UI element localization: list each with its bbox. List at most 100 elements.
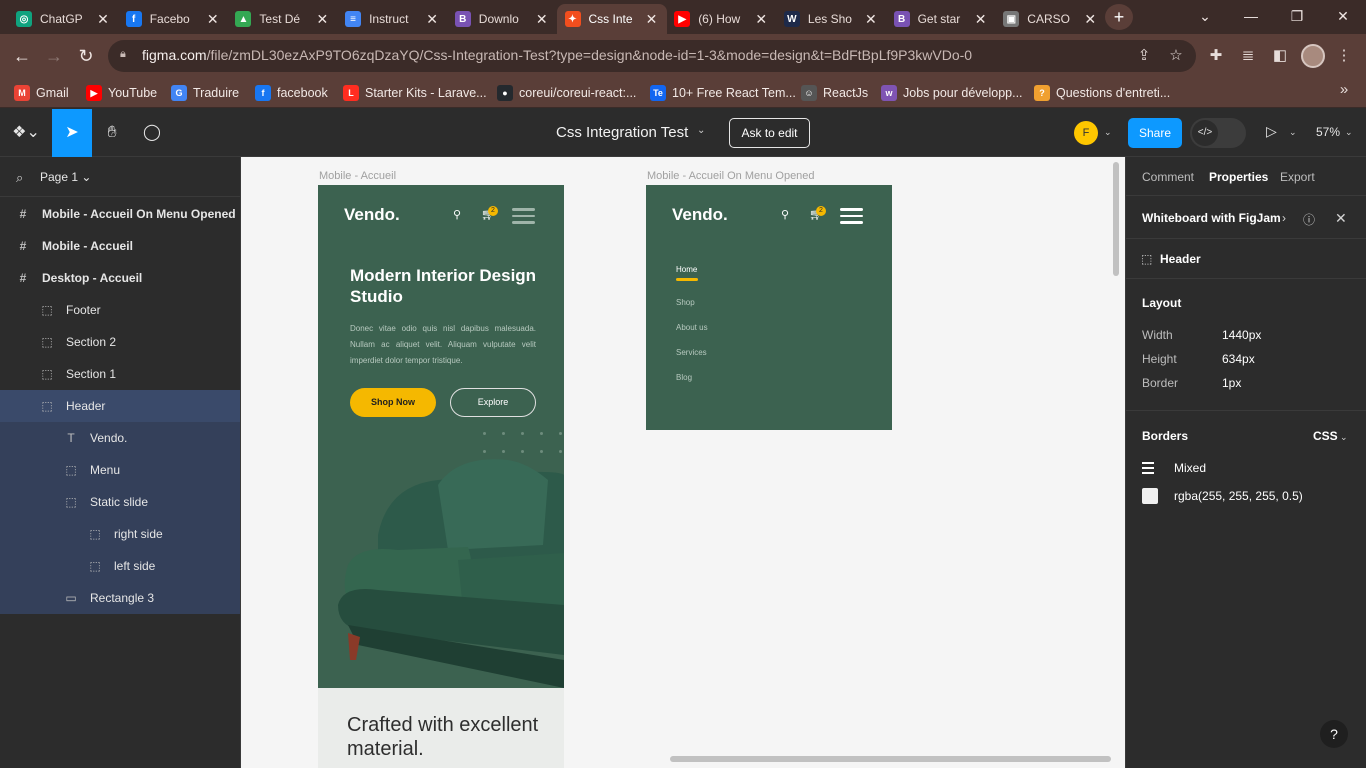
layer-item[interactable]: # Mobile - Accueil [0, 230, 240, 262]
close-tab-icon[interactable]: ✕ [754, 11, 768, 28]
layer-item[interactable]: # Desktop - Accueil [0, 262, 240, 294]
help-icon[interactable]: ? [1320, 720, 1348, 748]
side-panel-icon[interactable]: ◧ [1269, 45, 1291, 67]
present-play-icon[interactable]: ▷ [1266, 123, 1277, 140]
layer-item[interactable]: # Mobile - Accueil On Menu Opened [0, 198, 240, 230]
frame-label[interactable]: Mobile - Accueil On Menu Opened [647, 170, 815, 182]
tab-comment[interactable]: Comment [1142, 170, 1194, 184]
width-value[interactable]: 1440px [1222, 328, 1261, 342]
close-tab-icon[interactable]: ✕ [315, 11, 329, 28]
horizontal-scrollbar[interactable] [670, 756, 1111, 762]
bookmark-star-icon[interactable]: ☆ [1165, 45, 1187, 67]
vertical-scrollbar[interactable] [1113, 162, 1119, 276]
bookmark-item[interactable]: w Jobs pour développ... [881, 83, 1023, 103]
share-page-icon[interactable]: ⇪ [1133, 45, 1155, 67]
ask-to-edit-button[interactable]: Ask to edit [729, 118, 810, 148]
browser-tab[interactable]: ▣ CARSO ✕ [995, 4, 1105, 34]
whiteboard-link[interactable]: Whiteboard with FigJam [1142, 211, 1281, 225]
chevron-right-icon[interactable]: › [1282, 211, 1286, 225]
layer-item[interactable]: ⬚ Section 1 [0, 358, 240, 390]
browser-tab[interactable]: ◎ ChatGP ✕ [8, 4, 118, 34]
reload-icon[interactable]: ↻ [72, 42, 100, 70]
close-tab-icon[interactable]: ✕ [96, 11, 110, 28]
code-format-select[interactable]: CSS [1313, 429, 1338, 443]
design-canvas[interactable]: Mobile - Accueil Mobile - Accueil On Men… [241, 157, 1125, 768]
close-tab-icon[interactable]: ✕ [1083, 11, 1097, 28]
mobile-menu-opened-frame[interactable]: Vendo. ⚲ 🛒︎ 2 Home Shop About us Service… [646, 185, 892, 430]
layer-item[interactable]: ⬚ right side [0, 518, 240, 550]
tab-export[interactable]: Export [1280, 170, 1315, 184]
close-tab-icon[interactable]: ✕ [425, 11, 439, 28]
page-selector[interactable] [0, 157, 240, 197]
tab-properties[interactable]: Properties [1209, 170, 1268, 184]
browser-tab[interactable]: W Les Sho ✕ [776, 4, 886, 34]
chevron-down-icon[interactable]: ⌄ [697, 125, 705, 136]
browser-menu-icon[interactable]: ⋮ [1333, 45, 1355, 67]
move-tool-icon[interactable]: ➤ [52, 109, 92, 157]
layer-item[interactable]: ⬚ Header [0, 390, 240, 422]
page-label[interactable]: Page 1 ⌄ [40, 170, 91, 184]
maximize-icon[interactable]: ❐ [1274, 4, 1320, 28]
browser-tab[interactable]: ▲ Test Dé ✕ [227, 4, 337, 34]
help-circle-icon[interactable]: ⓘ [1303, 211, 1315, 228]
border-color-value[interactable]: rgba(255, 255, 255, 0.5) [1174, 489, 1303, 503]
bookmark-item[interactable]: G Traduire [171, 83, 239, 103]
url-text[interactable]: figma.com/file/zmDL30ezAxP9TO6zqDzaYQ/Cs… [142, 47, 972, 63]
layer-item[interactable]: ⬚ Menu [0, 454, 240, 486]
profile-avatar[interactable] [1301, 44, 1325, 68]
close-icon[interactable]: ✕ [1335, 210, 1347, 227]
layer-item[interactable]: ⬚ Static slide [0, 486, 240, 518]
browser-tab[interactable]: f Facebo ✕ [118, 4, 228, 34]
hand-tool-icon[interactable]: ✋︎ [92, 109, 132, 157]
search-icon[interactable]: ⌕ [16, 170, 23, 186]
close-tab-icon[interactable]: ✕ [974, 11, 988, 28]
border-value[interactable]: 1px [1222, 376, 1241, 390]
close-tab-icon[interactable]: ✕ [206, 11, 220, 28]
bookmark-item[interactable]: L Starter Kits - Larave... [343, 83, 487, 103]
close-tab-icon[interactable]: ✕ [535, 11, 549, 28]
back-icon[interactable]: ← [8, 42, 36, 70]
extensions-icon[interactable]: ✚ [1205, 45, 1227, 67]
layer-item[interactable]: T Vendo. [0, 422, 240, 454]
user-avatar[interactable]: F [1074, 121, 1098, 145]
media-control-icon[interactable]: ≣ [1237, 45, 1259, 67]
lock-icon[interactable]: 🔒︎ [120, 48, 134, 64]
bookmark-item[interactable]: Te 10+ Free React Tem... [650, 83, 796, 103]
chevron-down-icon[interactable]: ⌄ [1289, 127, 1297, 138]
share-button[interactable]: Share [1128, 118, 1182, 148]
bookmark-item[interactable]: ● coreui/coreui-react:... [497, 83, 636, 103]
chevron-down-icon[interactable]: ⌄ [1104, 127, 1112, 138]
browser-tab[interactable]: ≡ Instruct ✕ [337, 4, 447, 34]
new-tab-button[interactable]: + [1105, 4, 1133, 30]
forward-icon[interactable]: → [40, 42, 68, 70]
bookmark-item[interactable]: f facebook [255, 83, 328, 103]
bookmark-item[interactable]: M Gmail [14, 83, 69, 103]
browser-tab[interactable]: ✦ Css Inte ✕ [556, 4, 667, 34]
bookmark-item[interactable]: ▶ YouTube [86, 83, 157, 103]
close-tab-icon[interactable]: ✕ [864, 11, 878, 28]
figma-menu-icon[interactable]: ❖⌄ [4, 109, 48, 157]
layer-item[interactable]: ▭ Rectangle 3 [0, 582, 240, 614]
bookmark-item[interactable]: ☺ ReactJs [801, 83, 868, 103]
layer-item[interactable]: ⬚ Footer [0, 294, 240, 326]
close-tab-icon[interactable]: ✕ [645, 11, 659, 28]
height-value[interactable]: 634px [1222, 352, 1255, 366]
frame-label[interactable]: Mobile - Accueil [319, 170, 396, 182]
mobile-accueil-frame[interactable]: Vendo. ⚲ 🛒︎ 2 Modern Interior Design Stu… [318, 185, 564, 688]
selected-layer-name[interactable]: Header [1160, 252, 1201, 266]
browser-tab[interactable]: ▶ (6) How ✕ [666, 4, 776, 34]
zoom-level[interactable]: 57% [1316, 125, 1340, 139]
minimize-icon[interactable]: — [1228, 4, 1274, 28]
color-swatch[interactable] [1142, 488, 1158, 504]
layer-item[interactable]: ⬚ Section 2 [0, 326, 240, 358]
chevron-down-icon[interactable]: ⌄ [1340, 432, 1348, 443]
file-title[interactable]: Css Integration Test [556, 124, 688, 141]
layer-item[interactable]: ⬚ left side [0, 550, 240, 582]
chevron-down-icon[interactable]: ⌄ [1345, 127, 1353, 138]
close-window-icon[interactable]: ✕ [1320, 4, 1366, 28]
comment-tool-icon[interactable]: ◯ [132, 109, 172, 157]
more-bookmarks-icon[interactable]: » [1333, 79, 1355, 101]
browser-tab[interactable]: B Get star ✕ [886, 4, 996, 34]
tab-search-icon[interactable]: ⌄ [1182, 4, 1228, 28]
border-style-value[interactable]: Mixed [1174, 461, 1206, 475]
